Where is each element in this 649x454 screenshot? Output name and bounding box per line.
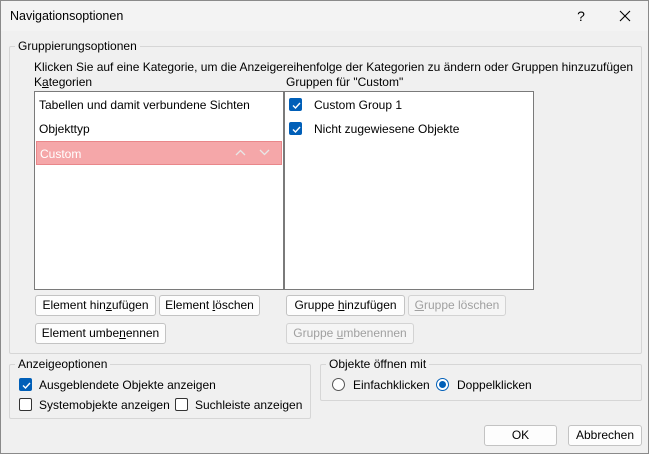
chevron-down-icon bbox=[259, 149, 269, 156]
group-checkbox[interactable] bbox=[289, 122, 302, 135]
category-item-label: Tabellen und damit verbundene Sichten bbox=[39, 98, 250, 112]
group-checkbox[interactable] bbox=[289, 98, 302, 111]
ok-button[interactable]: OK bbox=[484, 425, 557, 446]
delete-element-button[interactable]: Element löschen bbox=[159, 295, 260, 316]
grouping-options-legend: Gruppierungsoptionen bbox=[18, 39, 137, 53]
close-icon bbox=[619, 10, 631, 22]
add-element-button[interactable]: Element hinzufügen bbox=[35, 295, 156, 316]
grouping-instruction: Klicken Sie auf eine Kategorie, um die A… bbox=[34, 60, 634, 74]
single-click-radio[interactable] bbox=[332, 378, 345, 391]
open-objects-legend: Objekte öffnen mit bbox=[329, 357, 427, 371]
groups-listbox[interactable]: Custom Group 1 Nicht zugewiesene Objekte bbox=[284, 91, 534, 290]
categories-label-rest: tegorien bbox=[48, 75, 93, 89]
delete-group-button[interactable]: Gruppe löschen bbox=[408, 295, 506, 316]
single-click-label: Einfachklicken bbox=[353, 378, 430, 392]
groups-label: Gruppen für "Custom" bbox=[286, 75, 404, 89]
rename-group-button[interactable]: Gruppe umbenennen bbox=[286, 323, 414, 344]
add-group-button[interactable]: Gruppe hinzufügen bbox=[286, 295, 405, 316]
show-search-bar-option[interactable]: Suchleiste anzeigen bbox=[175, 397, 305, 413]
show-search-checkbox[interactable] bbox=[175, 398, 188, 411]
group-item-label: Nicht zugewiesene Objekte bbox=[314, 122, 460, 136]
show-hidden-label: Ausgeblendete Objekte anzeigen bbox=[39, 378, 216, 392]
category-item[interactable]: Objekttyp bbox=[36, 117, 282, 141]
group-item[interactable]: Custom Group 1 bbox=[289, 94, 529, 116]
double-click-option[interactable]: Doppelklicken bbox=[436, 377, 546, 393]
dialog-title: Navigationsoptionen bbox=[10, 9, 124, 23]
move-up-button[interactable] bbox=[231, 145, 249, 161]
checkmark-icon bbox=[292, 102, 301, 110]
show-search-label: Suchleiste anzeigen bbox=[195, 398, 303, 412]
show-system-checkbox[interactable] bbox=[19, 398, 32, 411]
title-bar: Navigationsoptionen ? bbox=[1, 1, 648, 31]
show-hidden-checkbox[interactable] bbox=[19, 378, 32, 391]
category-item-label: Objekttyp bbox=[39, 122, 90, 136]
categories-label: Kategorien bbox=[34, 75, 93, 89]
category-item[interactable]: Tabellen und damit verbundene Sichten bbox=[36, 93, 282, 117]
help-button[interactable]: ? bbox=[567, 5, 595, 27]
display-options-legend: Anzeigeoptionen bbox=[18, 357, 108, 371]
reorder-arrows bbox=[231, 142, 275, 164]
move-down-button[interactable] bbox=[255, 145, 273, 161]
categories-listbox[interactable]: Tabellen und damit verbundene Sichten Ob… bbox=[34, 91, 284, 290]
category-item-selected[interactable]: Custom bbox=[36, 141, 282, 165]
close-button[interactable] bbox=[611, 5, 639, 27]
double-click-radio[interactable] bbox=[436, 378, 449, 391]
show-system-label: Systemobjekte anzeigen bbox=[39, 398, 170, 412]
cancel-button[interactable]: Abbrechen bbox=[568, 425, 642, 446]
navigation-options-dialog: Navigationsoptionen ? Gruppierungsoption… bbox=[0, 0, 649, 454]
category-item-label: Custom bbox=[40, 147, 82, 161]
rename-element-button[interactable]: Element umbenennen bbox=[35, 323, 166, 344]
checkmark-icon bbox=[292, 126, 301, 134]
single-click-option[interactable]: Einfachklicken bbox=[332, 377, 432, 393]
show-system-objects-option[interactable]: Systemobjekte anzeigen bbox=[19, 397, 170, 413]
chevron-up-icon bbox=[235, 149, 245, 156]
checkmark-icon bbox=[22, 382, 31, 390]
group-item[interactable]: Nicht zugewiesene Objekte bbox=[289, 118, 529, 140]
group-item-label: Custom Group 1 bbox=[314, 98, 403, 112]
double-click-label: Doppelklicken bbox=[457, 378, 532, 392]
